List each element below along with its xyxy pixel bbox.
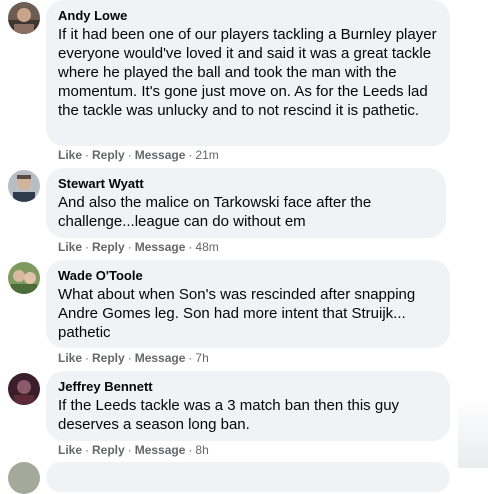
timestamp[interactable]: 21m: [195, 148, 218, 162]
comment-bubble: [46, 462, 450, 492]
avatar[interactable]: [8, 170, 40, 202]
like-button[interactable]: Like: [58, 148, 82, 162]
separator: ·: [127, 443, 132, 457]
corner-shadow: [458, 398, 488, 468]
separator: ·: [188, 148, 193, 162]
separator: ·: [85, 240, 90, 254]
reply-button[interactable]: Reply: [92, 148, 125, 162]
comment-actions: Like · Reply · Message · 21m: [58, 147, 219, 163]
like-button[interactable]: Like: [58, 240, 82, 254]
avatar[interactable]: [8, 262, 40, 294]
message-button[interactable]: Message: [135, 240, 186, 254]
separator: ·: [188, 240, 193, 254]
comment-bubble: Stewart Wyatt And also the malice on Tar…: [46, 168, 446, 238]
separator: ·: [85, 351, 90, 365]
avatar[interactable]: [8, 462, 40, 494]
like-button[interactable]: Like: [58, 443, 82, 457]
reply-button[interactable]: Reply: [92, 351, 125, 365]
message-button[interactable]: Message: [135, 148, 186, 162]
avatar[interactable]: [8, 373, 40, 405]
comment-bubble: Jeffrey Bennett If the Leeds tackle was …: [46, 371, 450, 441]
comment-author[interactable]: Wade O'Toole: [58, 267, 438, 284]
comment-actions: Like · Reply · Message · 8h: [58, 442, 209, 458]
comment-author[interactable]: Stewart Wyatt: [58, 175, 434, 192]
timestamp[interactable]: 8h: [195, 443, 208, 457]
timestamp[interactable]: 48m: [195, 240, 218, 254]
separator: ·: [127, 148, 132, 162]
comment-text: And also the malice on Tarkowski face af…: [58, 194, 372, 230]
like-button[interactable]: Like: [58, 351, 82, 365]
comment-author[interactable]: Jeffrey Bennett: [58, 378, 438, 395]
separator: ·: [188, 443, 193, 457]
reply-button[interactable]: Reply: [92, 443, 125, 457]
comment-actions: Like · Reply · Message · 48m: [58, 239, 219, 255]
separator: ·: [85, 148, 90, 162]
comment-text: If the Leeds tackle was a 3 match ban th…: [58, 397, 400, 433]
message-button[interactable]: Message: [135, 351, 186, 365]
comment-text: What about when Son's was rescinded afte…: [58, 286, 416, 341]
comment-text: If it had been one of our players tackli…: [58, 26, 437, 119]
comment-bubble: Andy Lowe If it had been one of our play…: [46, 0, 450, 146]
separator: ·: [127, 351, 132, 365]
comment-author[interactable]: Andy Lowe: [58, 7, 438, 24]
avatar[interactable]: [8, 2, 40, 34]
separator: ·: [127, 240, 132, 254]
reply-button[interactable]: Reply: [92, 240, 125, 254]
comment-actions: Like · Reply · Message · 7h: [58, 350, 209, 366]
separator: ·: [188, 351, 193, 365]
separator: ·: [85, 443, 90, 457]
message-button[interactable]: Message: [135, 443, 186, 457]
comment-bubble: Wade O'Toole What about when Son's was r…: [46, 260, 450, 348]
timestamp[interactable]: 7h: [195, 351, 208, 365]
